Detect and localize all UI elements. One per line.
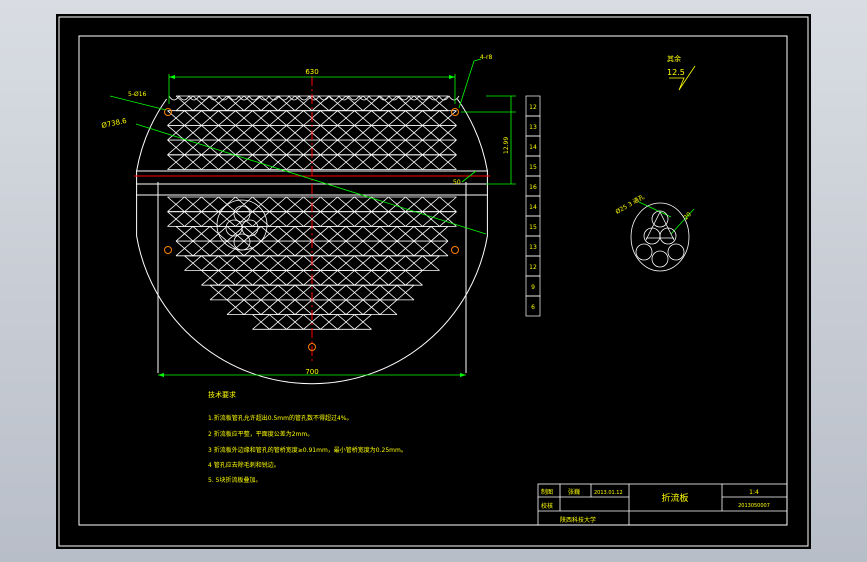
row-count-label: 15 [529, 224, 537, 231]
drawing-canvas[interactable]: 630 700 Ø738.6 5-Ø16 4-r8 12.99 50 12131… [56, 14, 811, 549]
bypass-hole [233, 233, 251, 251]
school-name: 陕西科技大学 [560, 516, 596, 524]
detail-callout: Ø25 3 通孔 [614, 193, 646, 216]
note-2: 2 折流板应平整，平面度公差为2mm。 [208, 430, 313, 438]
row-count-label: 13 [529, 124, 537, 131]
part-name: 折流板 [661, 492, 688, 504]
row-count-label: 14 [529, 144, 537, 151]
row-count-column: 12 13 14 15 16 14 15 13 12 9 6 [525, 95, 541, 317]
row-count-label: 13 [529, 244, 537, 251]
drawn-label: 制图 [541, 488, 553, 496]
checked-label: 校核 [541, 502, 553, 510]
hole-callout: 5-Ø16 [128, 91, 147, 98]
notes-title: 技术要求 [208, 390, 236, 399]
roughness-symbol: 其余 12.5 [667, 54, 696, 91]
row-count-label: 14 [529, 204, 537, 211]
drawn-name: 张巍 [568, 488, 580, 496]
bypass-hole [241, 219, 259, 237]
roughness-value: 12.5 [667, 68, 685, 77]
technical-notes: 技术要求 1.折流板管孔允许超出0.5mm的管孔数不得超过4%。 2 折流板应平… [208, 390, 407, 484]
scale: 1:4 [749, 489, 759, 496]
top-width-dim: 630 [305, 68, 318, 76]
bottom-width-dim: 700 [305, 368, 318, 376]
cad-application: 630 700 Ø738.6 5-Ø16 4-r8 12.99 50 12 13 1… [0, 0, 867, 562]
bypass-hole [233, 205, 251, 223]
corner-radius-dim: 4-r8 [480, 54, 492, 61]
gap-dim: 50 [453, 179, 461, 186]
drawn-date: 2013.01.12 [594, 490, 623, 496]
note-3: 3 折流板外边缘和管孔的管桥宽度≥0.91mm，最小管桥宽度为0.25mm。 [208, 446, 407, 454]
diameter-dim: Ø738.6 [101, 117, 128, 130]
row-count-label: 6 [531, 304, 535, 311]
row-count-label: 16 [529, 184, 537, 191]
detail-view [630, 202, 690, 272]
tube-layout-grid [167, 95, 460, 330]
note-1: 1.折流板管孔允许超出0.5mm的管孔数不得超过4%。 [208, 414, 352, 422]
note-5: 5. 5块折流板叠加。 [208, 476, 261, 484]
vertical-pitch-dim: 12.99 [503, 137, 510, 154]
row-count-label: 12 [529, 264, 537, 271]
row-count-label: 9 [531, 284, 535, 291]
row-count-label: 12 [529, 104, 537, 111]
row-count-label: 15 [529, 164, 537, 171]
drawing-number: 2013050007 [738, 503, 770, 509]
drawing-viewport[interactable]: 630 700 Ø738.6 5-Ø16 4-r8 12.99 50 12 13 1… [56, 14, 811, 549]
roughness-label: 其余 [667, 54, 681, 63]
note-4: 4 管孔应去除毛刺和锐边。 [208, 461, 280, 469]
